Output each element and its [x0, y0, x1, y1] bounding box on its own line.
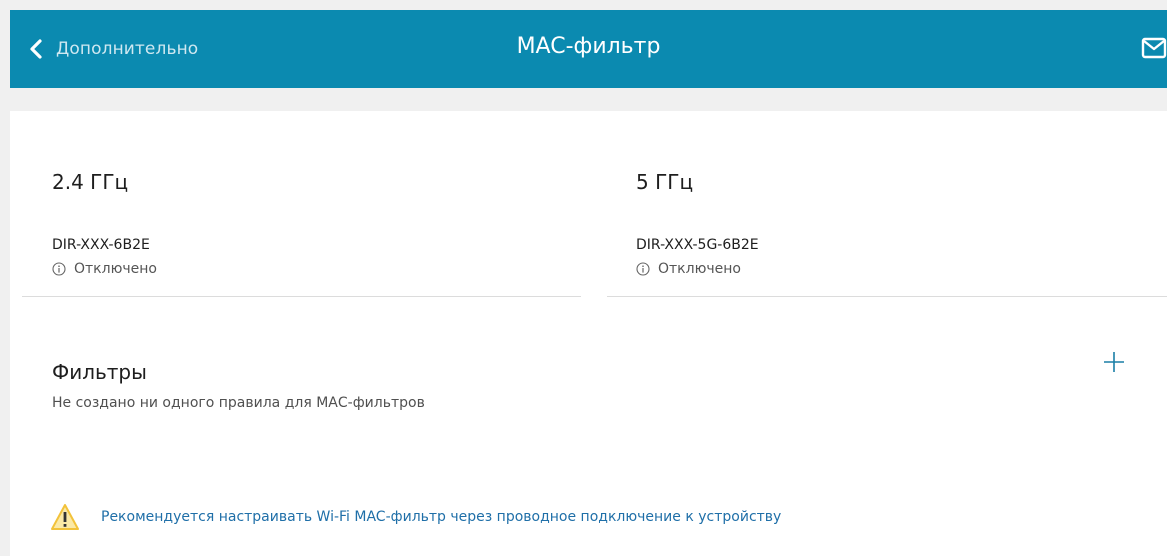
warning-icon: [51, 504, 79, 530]
info-icon: [636, 262, 650, 276]
band-title: 5 ГГц: [636, 170, 694, 194]
band-status-text: Отключено: [74, 261, 157, 277]
info-icon: [52, 262, 66, 276]
page-title: MAC-фильтр: [516, 34, 661, 59]
divider: [22, 296, 581, 297]
divider: [607, 296, 1167, 297]
ssid-link[interactable]: DIR-XXX-6B2E: [52, 237, 150, 253]
filters-empty-text: Не создано ни одного правила для МАС-фил…: [52, 395, 425, 411]
content-panel: 2.4 ГГц DIR-XXX-6B2E Отключено 5 ГГц DIR…: [10, 111, 1167, 556]
header-bar: Дополнительно MAC-фильтр: [10, 10, 1167, 88]
warning-notice: Рекомендуется настраивать Wi-Fi MAC-филь…: [50, 503, 781, 531]
mail-icon[interactable]: [1141, 37, 1167, 59]
ssid-link[interactable]: DIR-XXX-5G-6B2E: [636, 237, 759, 253]
band-status: Отключено: [52, 261, 157, 277]
filters-title: Фильтры: [52, 360, 147, 384]
band-status-text: Отключено: [658, 261, 741, 277]
warning-link[interactable]: Рекомендуется настраивать Wi-Fi MAC-филь…: [101, 509, 781, 525]
band-title: 2.4 ГГц: [52, 170, 129, 194]
band-status: Отключено: [636, 261, 741, 277]
plus-icon[interactable]: [1101, 349, 1127, 375]
